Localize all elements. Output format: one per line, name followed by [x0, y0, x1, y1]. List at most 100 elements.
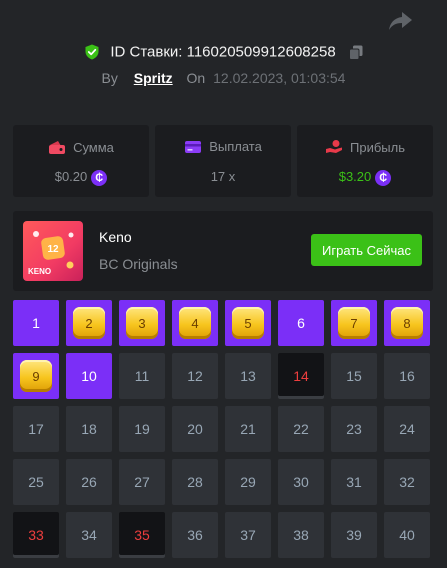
cell-number: 26	[81, 474, 97, 490]
play-now-button[interactable]: Играть Сейчас	[311, 234, 422, 266]
cell-number: 40	[399, 527, 415, 543]
cell-number: 32	[399, 474, 415, 490]
on-label: On	[186, 70, 206, 86]
game-card: 12 KENO Keno BC Originals Играть Сейчас	[13, 211, 433, 291]
profit-label: Прибыль	[350, 140, 405, 155]
gem-icon: 4	[179, 307, 211, 339]
cell-number: 36	[187, 527, 203, 543]
thumb-label: KENO	[28, 267, 51, 276]
username-link[interactable]: Spritz	[134, 70, 173, 86]
hand-coin-icon	[326, 140, 342, 153]
bet-id-value: 116020509912608258	[186, 43, 336, 61]
keno-cell[interactable]: 35	[119, 512, 165, 558]
keno-cell[interactable]: 31	[331, 459, 377, 505]
keno-cell[interactable]: 14	[278, 353, 324, 399]
cell-number: 37	[240, 527, 256, 543]
keno-cell[interactable]: 27	[119, 459, 165, 505]
keno-cell[interactable]: 21	[225, 406, 271, 452]
stat-profit: Прибыль $3.20 ₵	[297, 125, 433, 197]
keno-cell[interactable]: 36	[172, 512, 218, 558]
keno-cell[interactable]: 4	[172, 300, 218, 346]
keno-cell[interactable]: 6	[278, 300, 324, 346]
keno-cell[interactable]: 28	[172, 459, 218, 505]
payout-value: 17 x	[210, 169, 236, 184]
share-icon[interactable]	[387, 10, 413, 32]
keno-cell[interactable]: 23	[331, 406, 377, 452]
bet-date: 12.02.2023, 01:03:54	[213, 70, 346, 86]
cell-number: 12	[187, 368, 203, 384]
cell-number: 27	[134, 474, 150, 490]
keno-cell[interactable]: 18	[66, 406, 112, 452]
gem-icon: 9	[20, 360, 52, 392]
stat-payout: Выплата 17 x	[155, 125, 291, 197]
keno-cell[interactable]: 11	[119, 353, 165, 399]
gem-icon: 5	[232, 307, 264, 339]
cell-number: 7	[350, 315, 358, 331]
profit-value: $3.20	[338, 169, 372, 184]
keno-cell[interactable]: 24	[384, 406, 430, 452]
keno-cell[interactable]: 3	[119, 300, 165, 346]
payout-label-row: Выплата	[155, 139, 291, 154]
card-icon	[185, 141, 202, 153]
keno-cell[interactable]: 2	[66, 300, 112, 346]
wallet-icon	[49, 141, 66, 154]
cell-number: 14	[293, 368, 309, 384]
keno-cell[interactable]: 15	[331, 353, 377, 399]
profit-value-row: $3.20 ₵	[297, 169, 433, 186]
cell-number: 4	[191, 315, 199, 331]
cell-number: 9	[32, 368, 40, 384]
keno-cell[interactable]: 17	[13, 406, 59, 452]
gem-icon: 3	[126, 307, 158, 339]
author-row: By Spritz On 12.02.2023, 01:03:54	[0, 70, 447, 86]
cell-number: 34	[81, 527, 97, 543]
cell-number: 18	[81, 421, 97, 437]
amount-value: $0.20	[54, 169, 88, 184]
cell-number: 3	[138, 315, 146, 331]
profit-label-row: Прибыль	[297, 139, 433, 155]
keno-cell[interactable]: 26	[66, 459, 112, 505]
keno-cell[interactable]: 19	[119, 406, 165, 452]
keno-cell[interactable]: 37	[225, 512, 271, 558]
cell-number: 16	[399, 368, 415, 384]
cell-number: 30	[293, 474, 309, 490]
cell-number: 19	[134, 421, 150, 437]
keno-cell[interactable]: 12	[172, 353, 218, 399]
keno-cell[interactable]: 7	[331, 300, 377, 346]
cell-number: 33	[28, 527, 44, 543]
keno-cell[interactable]: 32	[384, 459, 430, 505]
keno-cell[interactable]: 16	[384, 353, 430, 399]
amount-label-row: Сумма	[13, 139, 149, 155]
stat-amount: Сумма $0.20 ₵	[13, 125, 149, 197]
keno-cell[interactable]: 1	[13, 300, 59, 346]
keno-cell[interactable]: 39	[331, 512, 377, 558]
cell-number: 38	[293, 527, 309, 543]
cell-number: 23	[346, 421, 362, 437]
keno-cell[interactable]: 25	[13, 459, 59, 505]
cell-number: 39	[346, 527, 362, 543]
keno-cell[interactable]: 20	[172, 406, 218, 452]
keno-cell[interactable]: 9	[13, 353, 59, 399]
keno-cell[interactable]: 34	[66, 512, 112, 558]
keno-cell[interactable]: 30	[278, 459, 324, 505]
game-title[interactable]: Keno	[99, 229, 132, 245]
keno-cell[interactable]: 10	[66, 353, 112, 399]
cell-number: 24	[399, 421, 415, 437]
cell-number: 29	[240, 474, 256, 490]
keno-cell[interactable]: 8	[384, 300, 430, 346]
keno-cell[interactable]: 5	[225, 300, 271, 346]
cell-number: 13	[240, 368, 256, 384]
cell-number: 28	[187, 474, 203, 490]
cell-number: 10	[81, 368, 97, 384]
cell-number: 15	[346, 368, 362, 384]
keno-thumbnail[interactable]: 12 KENO	[23, 221, 83, 281]
amount-label: Сумма	[73, 140, 114, 155]
copy-icon[interactable]	[348, 45, 363, 60]
cell-number: 2	[85, 315, 93, 331]
keno-cell[interactable]: 33	[13, 512, 59, 558]
keno-cell[interactable]: 13	[225, 353, 271, 399]
keno-cell[interactable]: 38	[278, 512, 324, 558]
cell-number: 21	[240, 421, 256, 437]
keno-cell[interactable]: 22	[278, 406, 324, 452]
keno-cell[interactable]: 40	[384, 512, 430, 558]
keno-cell[interactable]: 29	[225, 459, 271, 505]
